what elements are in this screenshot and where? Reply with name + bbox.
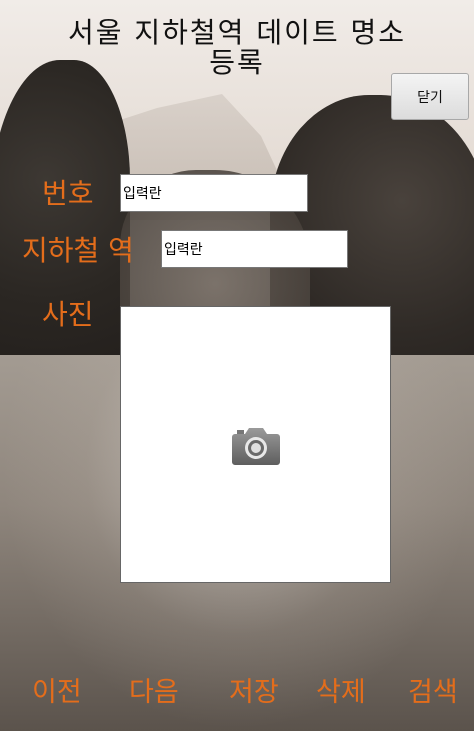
title-line-1: 서울 지하철역 데이트 명소 — [67, 16, 407, 49]
station-label: 지하철 역 — [22, 234, 134, 267]
save-button[interactable]: 저장 — [229, 678, 279, 708]
photo-label: 사진 — [42, 298, 94, 331]
prev-button[interactable]: 이전 — [32, 678, 82, 708]
photo-picker[interactable] — [120, 306, 391, 583]
camera-icon — [231, 427, 280, 465]
page-title: 서울 지하철역 데이트 명소 등록 — [0, 18, 474, 78]
search-button[interactable]: 검색 — [408, 678, 458, 708]
next-button[interactable]: 다음 — [129, 678, 179, 708]
close-button[interactable]: 닫기 — [391, 73, 469, 120]
station-field[interactable]: 입력란 — [161, 230, 348, 268]
number-field[interactable]: 입력란 — [120, 174, 308, 212]
delete-button[interactable]: 삭제 — [316, 678, 366, 708]
number-label: 번호 — [42, 177, 94, 210]
